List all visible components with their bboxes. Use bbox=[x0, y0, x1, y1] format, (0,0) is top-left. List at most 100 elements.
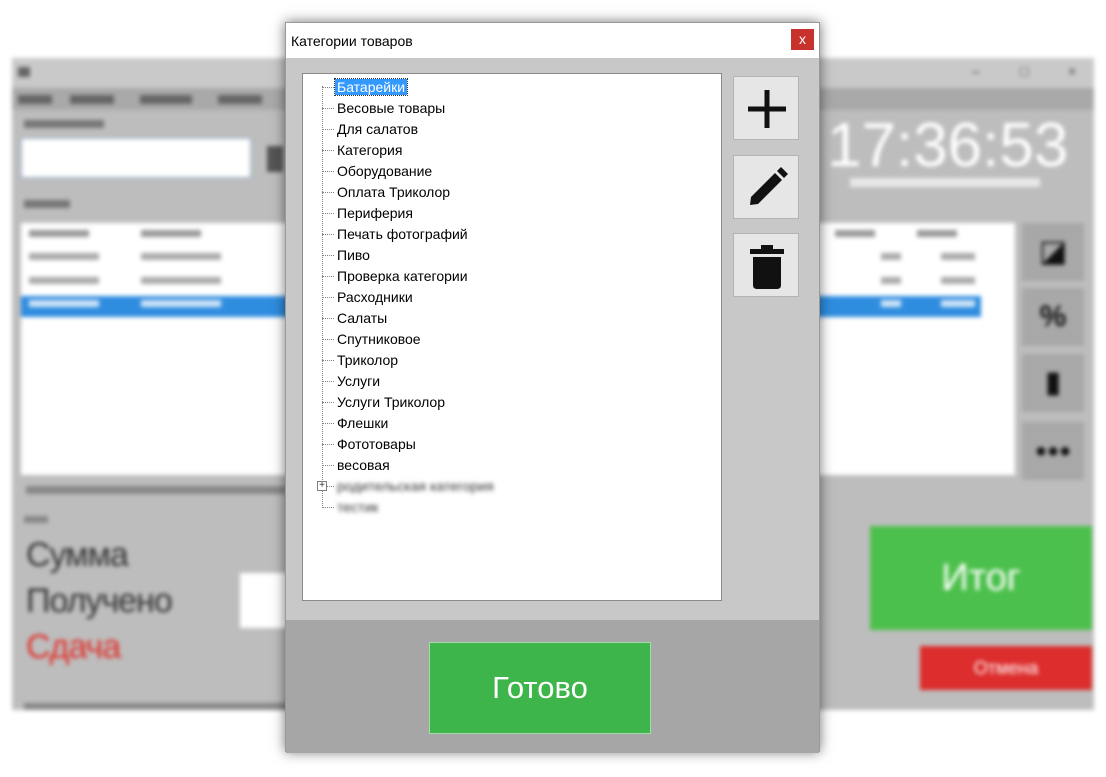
tree-node-label: Фототовары bbox=[337, 436, 416, 452]
tree-connector bbox=[322, 192, 334, 193]
trash-icon bbox=[750, 245, 784, 289]
tree-connector bbox=[322, 234, 334, 235]
search-button bbox=[267, 146, 283, 172]
tree-node-label: весовая bbox=[337, 457, 390, 473]
tree-connector bbox=[322, 150, 334, 151]
tree-node[interactable]: Расходники bbox=[322, 287, 702, 307]
tree-node[interactable]: Для салатов bbox=[322, 119, 702, 139]
barcode-search-input bbox=[21, 138, 251, 178]
received-label: Получено bbox=[26, 582, 173, 620]
tree-node[interactable]: Печать фотографий bbox=[322, 224, 702, 244]
table-header bbox=[835, 230, 875, 237]
tree-node-label: Услуги bbox=[337, 373, 381, 389]
tree-node-label: Весовые товары bbox=[337, 100, 446, 116]
tree-connector bbox=[322, 381, 334, 382]
close-icon: x bbox=[799, 31, 806, 47]
tree-connector bbox=[322, 339, 334, 340]
tree-node[interactable]: весовая bbox=[322, 455, 702, 475]
minimize-icon: – bbox=[972, 63, 980, 79]
tree-node-label: Услуги Триколор bbox=[337, 394, 445, 410]
tree-node[interactable]: Периферия bbox=[322, 203, 702, 223]
tree-node-label: Триколор bbox=[337, 352, 399, 368]
tree-node-label: Пиво bbox=[337, 247, 370, 263]
tree-node-label: Оборудование bbox=[337, 163, 433, 179]
table-cell bbox=[141, 277, 221, 284]
tree-node-label: Расходники bbox=[337, 289, 413, 305]
done-button[interactable]: Готово bbox=[429, 642, 651, 734]
edit-category-button[interactable] bbox=[733, 155, 799, 219]
tree-node[interactable]: Проверка категории bbox=[322, 266, 702, 286]
delete-category-button[interactable] bbox=[733, 233, 799, 297]
tree-node[interactable]: Салаты bbox=[322, 308, 702, 328]
tree-node[interactable]: тестик bbox=[322, 497, 702, 517]
cancel-button: Отмена bbox=[920, 646, 1092, 690]
menu-item bbox=[70, 95, 114, 104]
dialog-footer: Готово bbox=[286, 620, 819, 753]
tree-node[interactable]: Спутниковое bbox=[322, 329, 702, 349]
tree-node[interactable]: Оплата Триколор bbox=[322, 182, 702, 202]
table-cell bbox=[141, 253, 221, 260]
tree-connector bbox=[322, 276, 334, 277]
table-cell bbox=[941, 253, 975, 260]
menu-item bbox=[18, 95, 52, 104]
pencil-icon bbox=[750, 167, 788, 205]
cart-label bbox=[24, 200, 70, 208]
tree-node-label: Печать фотографий bbox=[337, 226, 468, 242]
maximize-icon: □ bbox=[1020, 63, 1029, 79]
tree-node-label: Оплата Триколор bbox=[337, 184, 451, 200]
table-cell bbox=[881, 277, 901, 284]
expand-icon[interactable]: + bbox=[317, 481, 327, 491]
brightness-icon: ◪ bbox=[1022, 223, 1084, 281]
tree-connector bbox=[322, 255, 334, 256]
footer-status bbox=[24, 703, 304, 710]
tree-connector bbox=[322, 465, 334, 466]
tree-node[interactable]: Фототовары bbox=[322, 434, 702, 454]
sum-label: Сумма bbox=[26, 536, 129, 574]
tree-connector bbox=[322, 360, 334, 361]
table-header bbox=[141, 230, 201, 237]
table-cell bbox=[941, 300, 975, 307]
tree-node[interactable]: Весовые товары bbox=[322, 98, 702, 118]
tree-node[interactable]: Категория bbox=[322, 140, 702, 160]
tree-connector bbox=[322, 171, 334, 172]
table-cell bbox=[881, 300, 901, 307]
tree-node[interactable]: Оборудование bbox=[322, 161, 702, 181]
tree-node[interactable]: Триколор bbox=[322, 350, 702, 370]
table-cell bbox=[941, 277, 975, 284]
category-tree[interactable]: Батарейки Весовые товары Для салатов Катего… bbox=[302, 73, 722, 601]
tree-node[interactable]: Батарейки bbox=[322, 77, 702, 97]
table-cell bbox=[29, 277, 99, 284]
tree-node-parent[interactable]: + родительская категория bbox=[317, 476, 702, 496]
trash-icon: ▮ bbox=[1022, 354, 1084, 412]
tree-connector bbox=[322, 213, 334, 214]
menu-item bbox=[218, 95, 262, 104]
table-cell bbox=[141, 300, 221, 307]
tree-node[interactable]: Услуги bbox=[322, 371, 702, 391]
app-icon bbox=[18, 67, 30, 77]
tree-node-label: Салаты bbox=[337, 310, 388, 326]
menu-item bbox=[140, 95, 192, 104]
categories-dialog: Категории товаров x Батарейки Весовые тов… bbox=[285, 22, 820, 753]
tree-node[interactable]: Пиво bbox=[322, 245, 702, 265]
add-category-button[interactable] bbox=[733, 76, 799, 140]
close-button[interactable]: x bbox=[791, 29, 814, 50]
table-header bbox=[917, 230, 957, 237]
clock: 17:36:53 bbox=[827, 111, 1069, 180]
tree-node-label: Периферия bbox=[337, 205, 413, 221]
tree-node[interactable]: Флешки bbox=[322, 413, 702, 433]
tree-connector bbox=[322, 444, 334, 445]
search-label bbox=[24, 120, 104, 128]
date-label bbox=[850, 178, 1040, 187]
tree-node-label: Батарейки bbox=[333, 78, 409, 96]
tree-node-label: Проверка категории bbox=[337, 268, 468, 284]
tree-connector bbox=[322, 129, 334, 130]
table-header bbox=[29, 230, 89, 237]
table-cell bbox=[881, 253, 901, 260]
tree-connector bbox=[322, 402, 334, 403]
tree-node-label: Спутниковое bbox=[337, 331, 421, 347]
change-label: Сдача bbox=[26, 628, 121, 666]
tree-node-label: родительская категория bbox=[337, 478, 494, 494]
tree-node-label: Категория bbox=[337, 142, 403, 158]
tree-connector bbox=[322, 87, 334, 88]
tree-node[interactable]: Услуги Триколор bbox=[322, 392, 702, 412]
